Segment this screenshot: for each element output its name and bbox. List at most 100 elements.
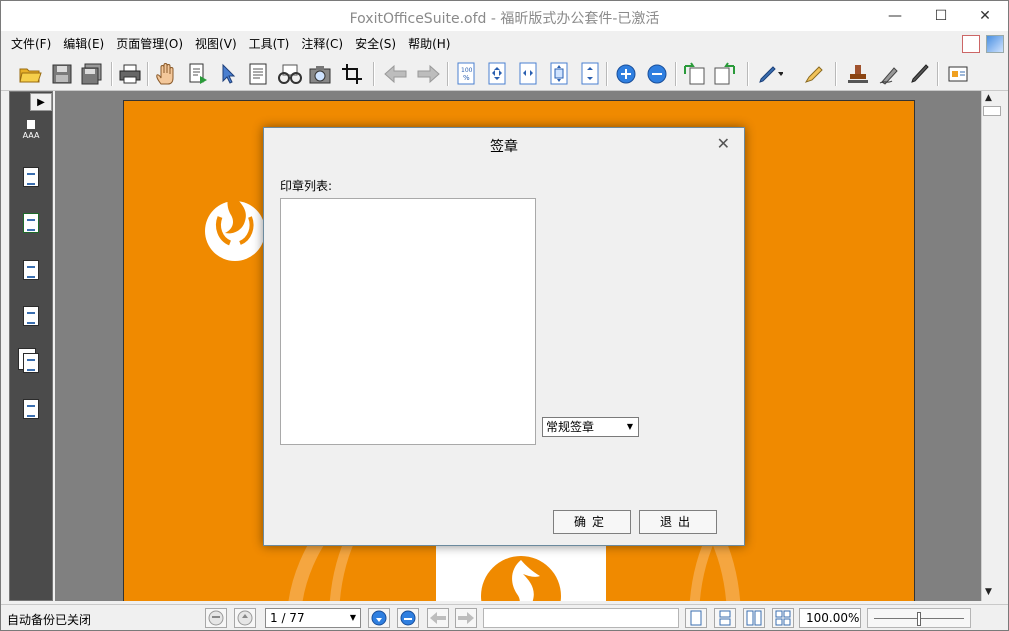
layers-doc-glyph [23, 353, 39, 373]
seal-type-select[interactable]: 常规签章 ▼ [542, 417, 639, 437]
pen-icon[interactable] [757, 61, 783, 87]
menu-file[interactable]: 文件(F) [5, 33, 57, 55]
minimize-button[interactable]: — [873, 1, 917, 31]
pages-icon[interactable] [19, 164, 43, 190]
dialog-close-icon[interactable]: ✕ [717, 134, 730, 153]
single-page-view-button[interactable] [685, 608, 707, 628]
next-page-button[interactable] [368, 608, 390, 628]
stamp-icon[interactable] [845, 61, 871, 87]
seal-list[interactable] [280, 198, 536, 445]
zoom-select[interactable]: 100.00% [799, 608, 861, 628]
properties-icon[interactable] [945, 61, 971, 87]
text-select-icon[interactable] [245, 61, 271, 87]
fit-width-icon[interactable] [515, 61, 541, 87]
rotate-left-icon[interactable] [681, 61, 707, 87]
language-icon[interactable] [962, 35, 980, 53]
attachments-icon[interactable] [19, 303, 43, 329]
fit-page-icon[interactable] [484, 61, 510, 87]
annotations-icon[interactable] [19, 396, 43, 422]
history-back-button[interactable] [427, 608, 449, 628]
crop-icon[interactable] [339, 61, 365, 87]
menu-view[interactable]: 视图(V) [189, 33, 243, 55]
history-forward-icon [458, 612, 474, 624]
print-icon[interactable] [117, 61, 143, 87]
exit-button[interactable]: 退出 [639, 510, 717, 534]
page-info-field [483, 608, 679, 628]
outline-doc-glyph [23, 260, 39, 280]
menu-edit[interactable]: 编辑(E) [57, 33, 110, 55]
close-button[interactable]: ✕ [963, 1, 1007, 31]
facing-icon [746, 610, 762, 626]
zoom-slider[interactable] [867, 608, 971, 628]
continuous-facing-icon [775, 610, 791, 626]
svg-text:%: % [463, 74, 470, 82]
brush-icon[interactable] [907, 61, 933, 87]
page-dropdown-icon: ▼ [349, 613, 357, 622]
scroll-down-icon[interactable]: ▼ [985, 587, 992, 597]
outline-icon[interactable] [19, 257, 43, 283]
save-as-icon[interactable] [79, 61, 105, 87]
toolbar-separator [606, 62, 608, 86]
thumbnails-icon[interactable]: AAA [18, 120, 44, 142]
camera-snapshot-icon[interactable] [307, 61, 333, 87]
annotations-doc-glyph [23, 399, 39, 419]
rotate-right-icon[interactable] [712, 61, 738, 87]
status-bar: 自动备份已关闭 1 / 77 ▼ 100.00% [1, 604, 1008, 630]
layers-icon[interactable] [19, 350, 43, 376]
expand-panel-button[interactable]: ▶ [30, 93, 52, 111]
pages-doc-glyph [23, 167, 39, 187]
scroll-thumb[interactable] [983, 106, 1001, 116]
menu-security[interactable]: 安全(S) [349, 33, 402, 55]
save-icon[interactable] [49, 61, 75, 87]
expand-arrow-icon: ▶ [37, 96, 45, 108]
toolbar-separator [147, 62, 149, 86]
open-folder-icon[interactable] [17, 61, 43, 87]
bookmarks-icon[interactable] [19, 210, 43, 236]
back-arrow-icon[interactable] [383, 61, 409, 87]
scroll-up-icon[interactable]: ▲ [985, 93, 992, 103]
menu-annotate[interactable]: 注释(C) [295, 33, 349, 55]
maximize-icon: ☐ [934, 8, 948, 24]
zoom-out-icon[interactable] [644, 61, 670, 87]
ok-button[interactable]: 确定 [553, 510, 631, 534]
zoom-in-icon[interactable] [613, 61, 639, 87]
select-text-icon[interactable] [185, 61, 211, 87]
previous-page-button[interactable] [234, 608, 256, 628]
highlighter-icon[interactable] [801, 61, 827, 87]
last-page-icon [400, 610, 416, 626]
pointer-icon[interactable] [215, 61, 241, 87]
hand-tool-icon[interactable] [153, 61, 179, 87]
continuous-facing-view-button[interactable] [772, 608, 794, 628]
sign-icon[interactable] [877, 61, 903, 87]
toolbar-separator [835, 62, 837, 86]
first-page-icon [208, 610, 224, 626]
menu-help[interactable]: 帮助(H) [402, 33, 456, 55]
next-page-icon [371, 610, 387, 626]
fit-visible-icon[interactable] [546, 61, 572, 87]
glasses-icon[interactable] [277, 61, 303, 87]
zoom-slider-knob[interactable] [917, 612, 921, 626]
continuous-icon [719, 610, 731, 626]
first-page-button[interactable] [205, 608, 227, 628]
thumbnail-page-glyph [27, 120, 35, 129]
actual-size-icon[interactable]: 100% [453, 61, 479, 87]
navigation-panel: ▶ AAA [9, 91, 53, 601]
single-page-icon [690, 610, 702, 626]
facing-view-button[interactable] [743, 608, 765, 628]
toolbar-separator [111, 62, 113, 86]
menu-tools[interactable]: 工具(T) [243, 33, 296, 55]
forward-arrow-icon[interactable] [415, 61, 441, 87]
fit-height-icon[interactable] [577, 61, 603, 87]
minimize-icon: — [888, 8, 902, 24]
dialog-title: 签章 [490, 139, 518, 155]
thumbnails-label: AAA [22, 131, 40, 140]
page-number-select[interactable]: 1 / 77 ▼ [265, 608, 361, 628]
vertical-scrollbar[interactable]: ▲ ▼ [981, 91, 1002, 601]
phoenix-logo-icon [205, 187, 265, 261]
maximize-button[interactable]: ☐ [919, 1, 963, 31]
last-page-button[interactable] [397, 608, 419, 628]
restore-view-icon[interactable] [986, 35, 1004, 53]
menu-page-manage[interactable]: 页面管理(O) [110, 33, 189, 55]
continuous-view-button[interactable] [714, 608, 736, 628]
history-forward-button[interactable] [455, 608, 477, 628]
